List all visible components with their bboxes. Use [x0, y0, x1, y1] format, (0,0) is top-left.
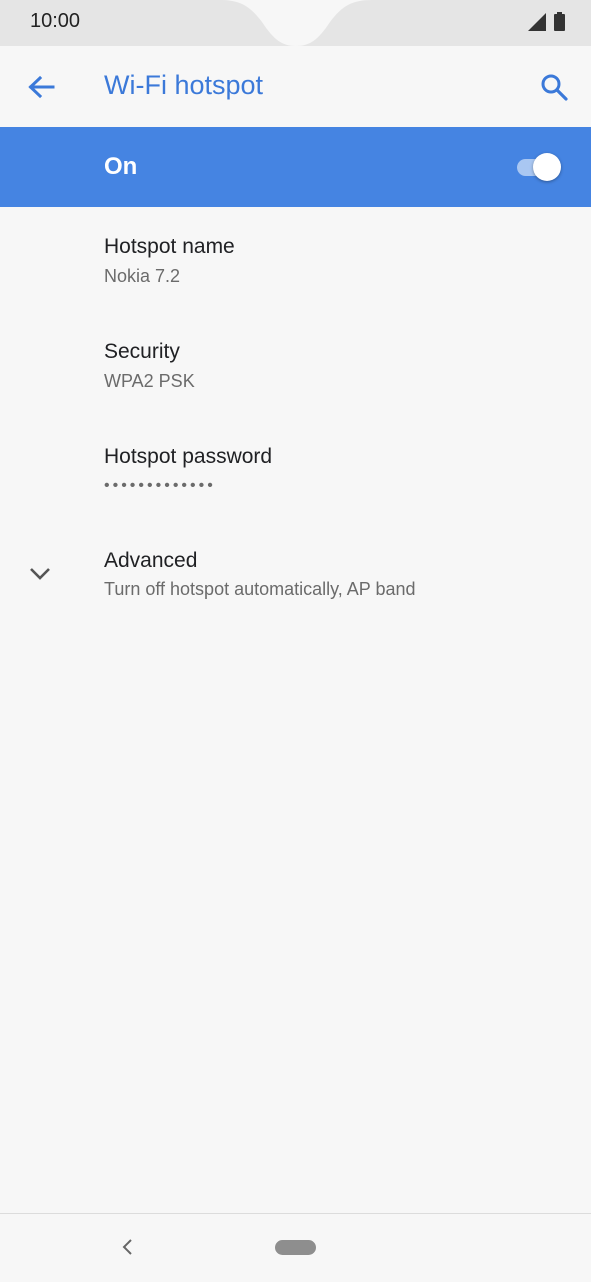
- setting-title: Hotspot name: [104, 235, 235, 258]
- battery-icon: [554, 12, 565, 31]
- setting-advanced[interactable]: Advanced Turn off hotspot automatically,…: [0, 522, 591, 627]
- chevron-down-icon: [30, 568, 50, 580]
- arrow-back-icon: [28, 75, 55, 99]
- toggle-label: On: [104, 153, 138, 180]
- setting-value: Nokia 7.2: [104, 266, 181, 286]
- password-dots: •••••••••••••: [104, 477, 216, 494]
- search-icon: [541, 74, 568, 101]
- setting-title: Hotspot password: [104, 445, 273, 468]
- setting-title: Security: [104, 340, 180, 363]
- setting-title: Advanced: [104, 549, 198, 572]
- home-pill-icon[interactable]: [275, 1240, 316, 1255]
- search-button[interactable]: [535, 68, 573, 106]
- setting-value: Turn off hotspot automatically, AP band: [104, 579, 416, 599]
- setting-value: WPA2 PSK: [104, 371, 195, 391]
- back-button[interactable]: [22, 68, 60, 106]
- setting-security[interactable]: Security WPA2 PSK: [0, 312, 591, 417]
- signal-icon: [528, 12, 546, 31]
- setting-hotspot-password[interactable]: Hotspot password •••••••••••••: [0, 417, 591, 522]
- nav-back-icon[interactable]: [118, 1236, 138, 1258]
- setting-hotspot-name[interactable]: Hotspot name Nokia 7.2: [0, 207, 591, 312]
- status-time: 10:00: [30, 10, 81, 32]
- status-icons: [528, 12, 565, 31]
- nav-divider: [0, 1213, 591, 1214]
- app-bar: Wi-Fi hotspot: [0, 46, 591, 126]
- status-bar: 10:00: [0, 0, 591, 46]
- page-title: Wi-Fi hotspot: [104, 70, 264, 100]
- hotspot-toggle-row[interactable]: On: [0, 127, 591, 207]
- hotspot-switch[interactable]: [517, 152, 563, 182]
- switch-thumb: [533, 153, 561, 181]
- notch: [220, 0, 372, 46]
